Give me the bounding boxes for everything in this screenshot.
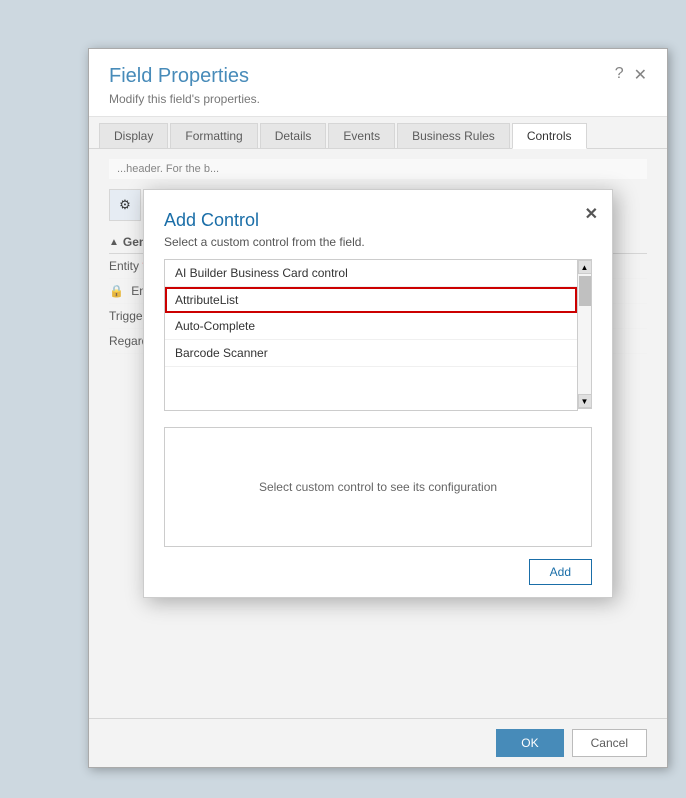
modal-footer: Add [144,547,612,597]
modal-close-icon[interactable]: ✕ [585,204,598,224]
modal-body: AI Builder Business Card control Attribu… [144,259,612,427]
scroll-down-arrow[interactable]: ▼ [578,394,592,408]
field-properties-dialog: Field Properties Modify this field's pro… [88,48,668,768]
scrollbar[interactable]: ▲ ▼ [578,259,592,409]
config-area: Select custom control to see its configu… [164,427,592,547]
control-item-autocomplete[interactable]: Auto-Complete [165,313,577,340]
modal-subtitle: Select a custom control from the field. [164,235,592,249]
scroll-up-arrow[interactable]: ▲ [578,260,592,274]
control-item-barcode[interactable]: Barcode Scanner [165,340,577,367]
modal-title: Add Control [164,210,592,231]
list-scroll-wrapper: AI Builder Business Card control Attribu… [164,259,592,411]
control-item-ai-builder[interactable]: AI Builder Business Card control [165,260,577,287]
add-control-modal: Add Control Select a custom control from… [143,189,613,598]
control-list[interactable]: AI Builder Business Card control Attribu… [165,260,577,410]
add-button[interactable]: Add [529,559,592,585]
scroll-thumb[interactable] [579,276,591,306]
modal-header: Add Control Select a custom control from… [144,190,612,259]
config-placeholder: Select custom control to see its configu… [259,480,497,494]
modal-overlay: Add Control Select a custom control from… [89,49,667,767]
control-list-container: AI Builder Business Card control Attribu… [164,259,578,411]
control-list-wrapper: AI Builder Business Card control Attribu… [164,259,592,411]
control-item-attributelist[interactable]: AttributeList [165,287,577,313]
